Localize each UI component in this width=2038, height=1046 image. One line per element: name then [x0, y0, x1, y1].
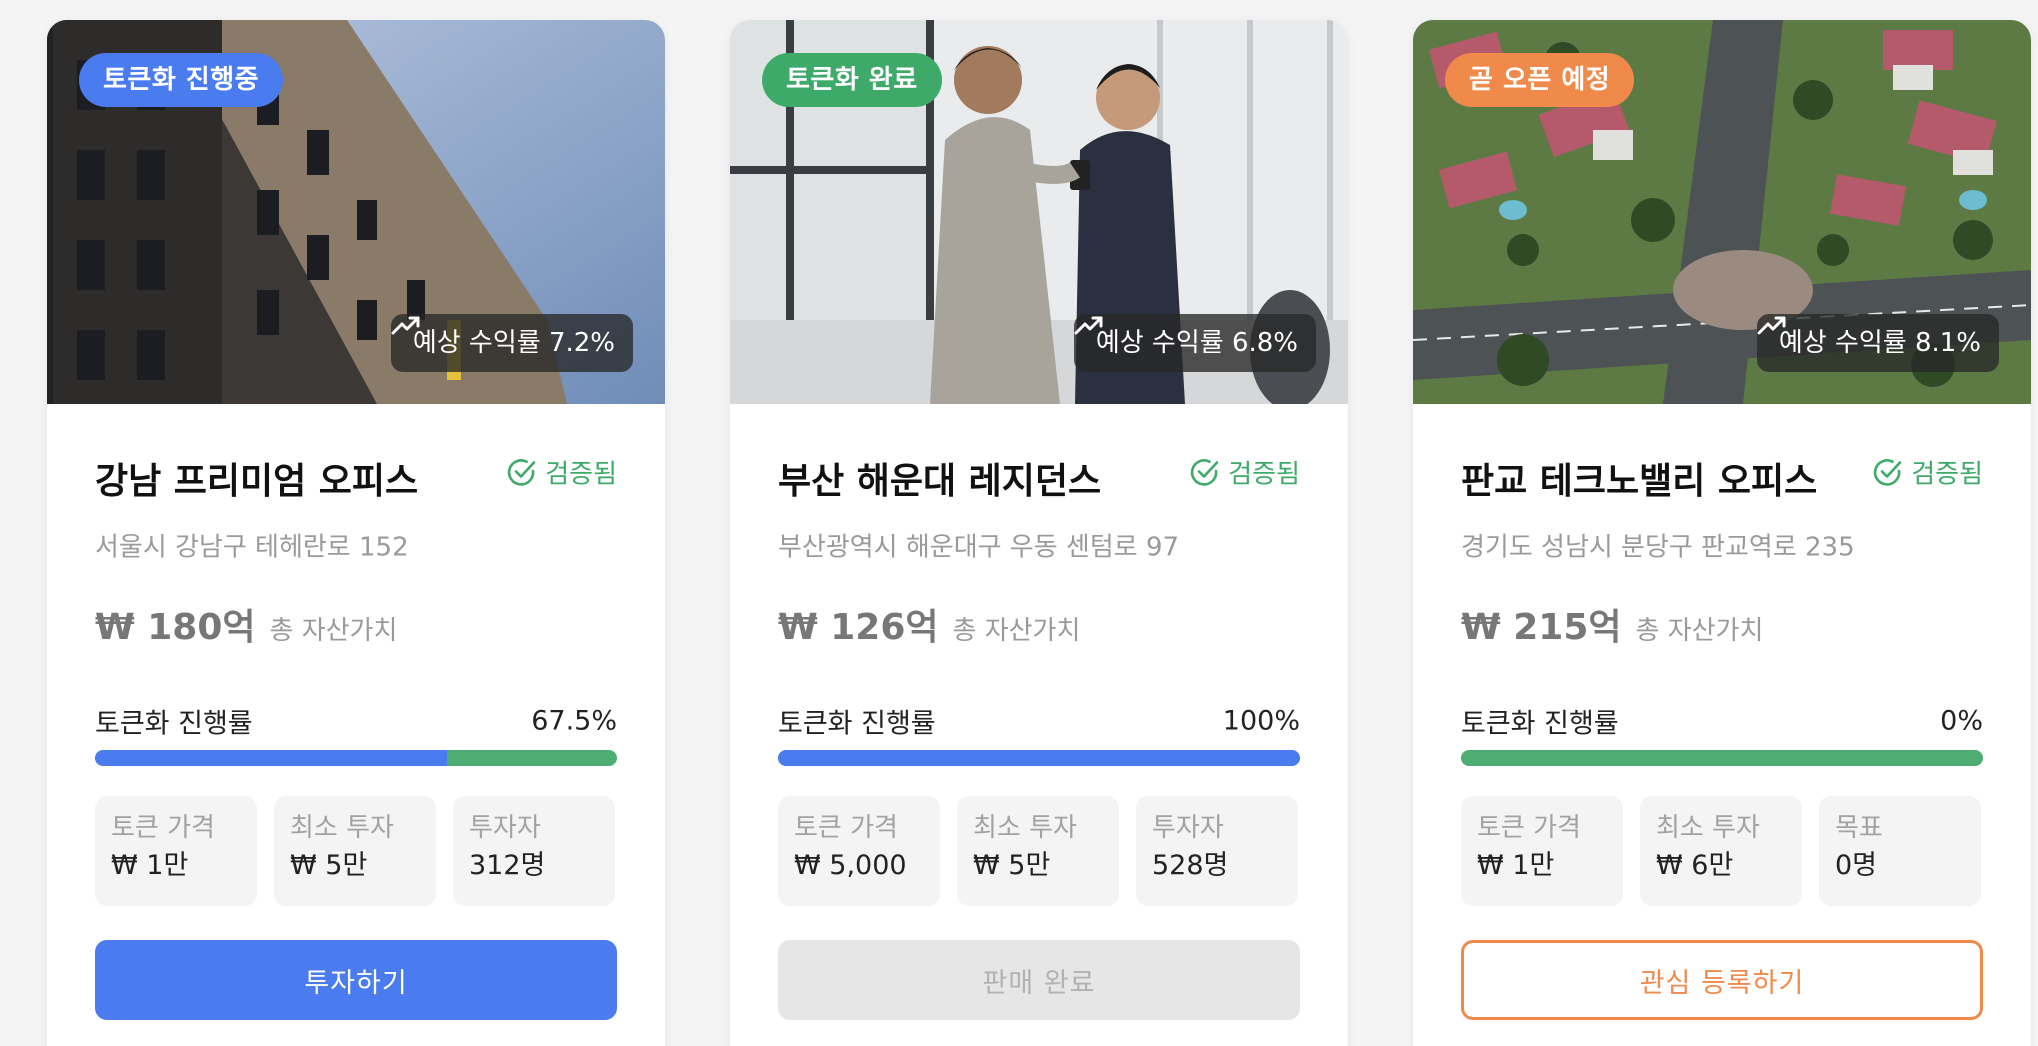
- asset-value-label: 총 자산가치: [952, 616, 1081, 646]
- progress-fill: [95, 750, 448, 766]
- property-title: 판교 테크노밸리 오피스: [1461, 461, 1818, 502]
- status-badge: 토큰화 진행중: [79, 53, 284, 107]
- verified-badge: 검증됨: [1873, 454, 1983, 491]
- stat-label: 투자자: [1152, 813, 1224, 843]
- progress-fill: [778, 750, 1300, 766]
- asset-value: ₩ 126억 총 자산가치: [778, 598, 1080, 650]
- stat-value: 0명: [1835, 850, 1878, 881]
- invest-button[interactable]: 투자하기: [95, 940, 617, 1020]
- progress-percent: 100%: [1222, 705, 1300, 737]
- stat-label: 토큰 가격: [1477, 813, 1581, 843]
- property-card-gangnam[interactable]: 토큰화 진행중 예상 수익률 7.2% 강남 프리미엄 오피스 검증됨 서울시 …: [47, 20, 665, 1046]
- progress-bar: [778, 750, 1300, 766]
- yield-text: 예상 수익률 6.8%: [1095, 328, 1298, 358]
- verified-label: 검증됨: [545, 459, 617, 490]
- property-card-pangyo[interactable]: 곧 오픈 예정 예상 수익률 8.1% 판교 테크노밸리 오피스 검증됨 경기도…: [1413, 20, 2031, 1046]
- stat-min-investment: 최소 투자 ₩ 5만: [957, 796, 1119, 906]
- stat-label: 투자자: [469, 813, 541, 843]
- sold-out-button[interactable]: 판매 완료: [778, 940, 1300, 1020]
- property-title: 강남 프리미엄 오피스: [95, 461, 419, 502]
- stat-investors: 투자자 312명: [453, 796, 615, 906]
- yield-badge: 예상 수익률 6.8%: [1073, 314, 1316, 372]
- trending-up-icon: [1074, 316, 1103, 335]
- stat-token-price: 토큰 가격 ₩ 1만: [1461, 796, 1623, 906]
- asset-value-amount: ₩ 126억: [778, 607, 939, 648]
- stat-value: ₩ 1만: [1477, 850, 1555, 881]
- property-title: 부산 해운대 레지던스: [778, 461, 1102, 502]
- property-card-busan[interactable]: 토큰화 완료 예상 수익률 6.8% 부산 해운대 레지던스 검증됨 부산광역시…: [730, 20, 1348, 1046]
- verified-label: 검증됨: [1228, 459, 1300, 490]
- progress-label: 토큰화 진행률: [95, 708, 253, 740]
- progress-bar: [1461, 750, 1983, 766]
- property-address: 부산광역시 해운대구 우동 센텀로 97: [778, 532, 1180, 563]
- property-image: 곧 오픈 예정 예상 수익률 8.1%: [1413, 20, 2031, 404]
- check-circle-icon: [1874, 458, 1902, 486]
- yield-badge: 예상 수익률 8.1%: [1756, 314, 1999, 372]
- stat-value: ₩ 5만: [973, 850, 1051, 881]
- property-image: 토큰화 완료 예상 수익률 6.8%: [730, 20, 1348, 404]
- asset-value: ₩ 180억 총 자산가치: [95, 598, 397, 650]
- stat-value: ₩ 6만: [1656, 850, 1734, 881]
- yield-text: 예상 수익률 8.1%: [1778, 328, 1981, 358]
- property-address: 경기도 성남시 분당구 판교역로 235: [1461, 532, 1855, 563]
- status-badge: 곧 오픈 예정: [1445, 53, 1635, 107]
- stat-value: ₩ 5,000: [794, 850, 907, 881]
- status-badge: 토큰화 완료: [762, 53, 942, 107]
- progress-label: 토큰화 진행률: [778, 708, 936, 740]
- progress-bar: [95, 750, 617, 766]
- yield-text: 예상 수익률 7.2%: [412, 328, 615, 358]
- stat-investors: 투자자 528명: [1136, 796, 1298, 906]
- progress-percent: 0%: [1940, 705, 1983, 737]
- stat-token-price: 토큰 가격 ₩ 1만: [95, 796, 257, 906]
- property-image: 토큰화 진행중 예상 수익률 7.2%: [47, 20, 665, 404]
- progress-percent: 67.5%: [531, 705, 617, 737]
- verified-label: 검증됨: [1911, 459, 1983, 490]
- yield-badge: 예상 수익률 7.2%: [390, 314, 633, 372]
- asset-value: ₩ 215억 총 자산가치: [1461, 598, 1763, 650]
- trending-up-icon: [1757, 316, 1786, 335]
- stat-min-investment: 최소 투자 ₩ 5만: [274, 796, 436, 906]
- stat-target: 목표 0명: [1819, 796, 1981, 906]
- stat-label: 토큰 가격: [794, 813, 898, 843]
- register-interest-button[interactable]: 관심 등록하기: [1461, 940, 1983, 1020]
- verified-badge: 검증됨: [1190, 454, 1300, 491]
- stat-value: 312명: [469, 850, 546, 881]
- asset-value-label: 총 자산가치: [269, 616, 398, 646]
- stat-value: 528명: [1152, 850, 1229, 881]
- stat-label: 목표: [1835, 813, 1883, 843]
- stat-label: 최소 투자: [290, 813, 394, 843]
- asset-value-amount: ₩ 215억: [1461, 607, 1622, 648]
- progress-label: 토큰화 진행률: [1461, 708, 1619, 740]
- asset-value-label: 총 자산가치: [1635, 616, 1764, 646]
- verified-badge: 검증됨: [507, 454, 617, 491]
- stat-label: 최소 투자: [973, 813, 1077, 843]
- check-circle-icon: [1191, 458, 1219, 486]
- stat-value: ₩ 5만: [290, 850, 368, 881]
- stat-min-investment: 최소 투자 ₩ 6만: [1640, 796, 1802, 906]
- check-circle-icon: [508, 458, 536, 486]
- asset-value-amount: ₩ 180억: [95, 607, 256, 648]
- property-address: 서울시 강남구 테헤란로 152: [95, 532, 409, 563]
- trending-up-icon: [391, 316, 420, 335]
- stat-label: 최소 투자: [1656, 813, 1760, 843]
- stat-token-price: 토큰 가격 ₩ 5,000: [778, 796, 940, 906]
- stat-value: ₩ 1만: [111, 850, 189, 881]
- stat-label: 토큰 가격: [111, 813, 215, 843]
